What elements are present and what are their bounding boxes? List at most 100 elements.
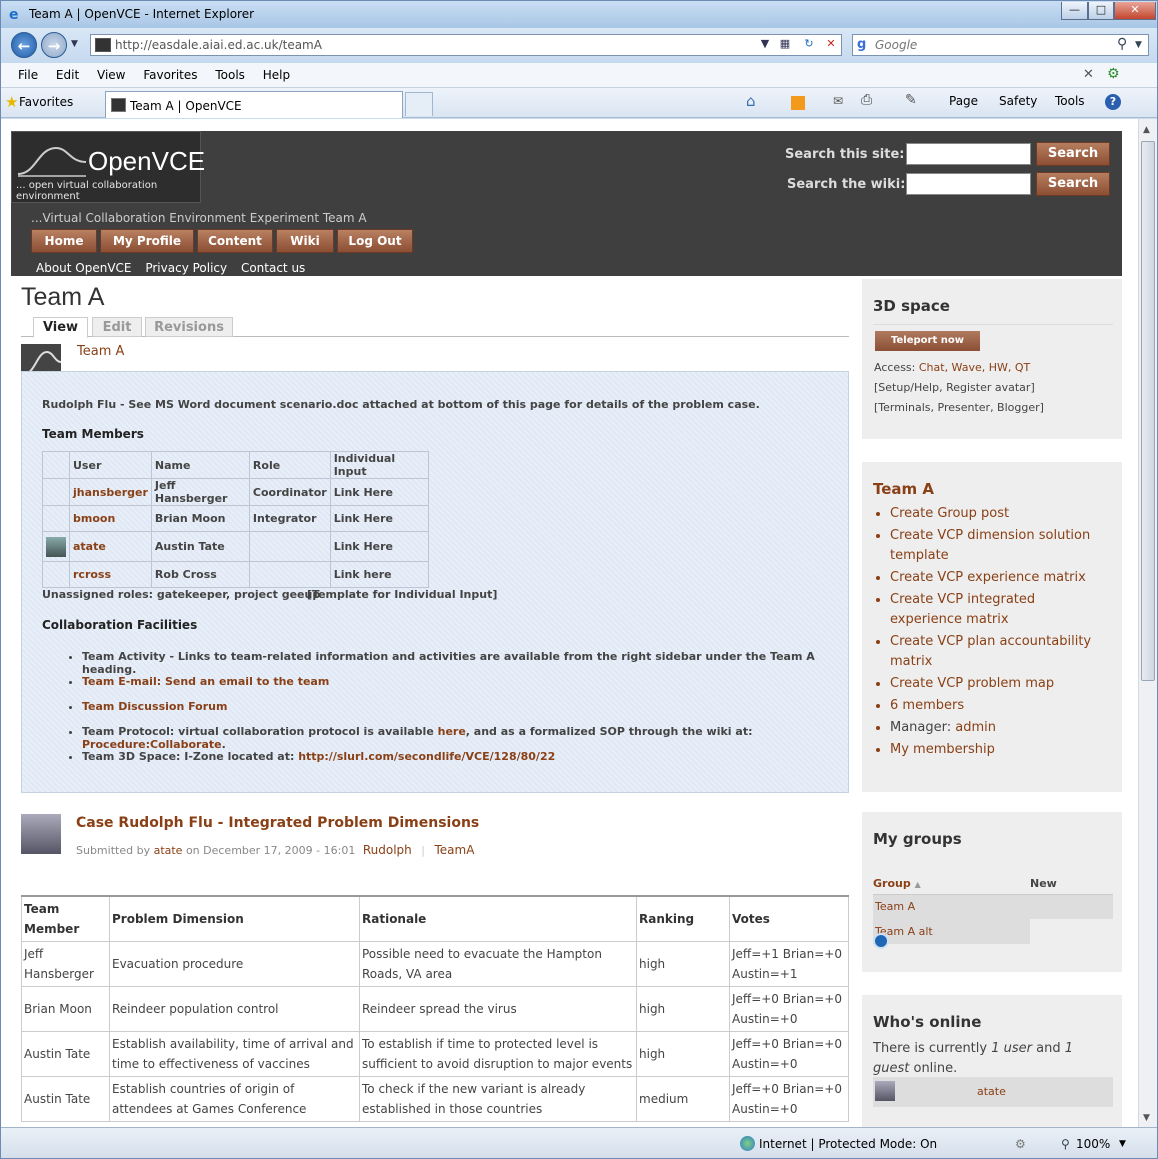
address-dropdown-icon[interactable]: ▼	[755, 37, 775, 53]
group-link[interactable]: Team A alt	[873, 919, 1030, 944]
tag-rudolph[interactable]: Rudolph	[363, 843, 412, 857]
addon-icon[interactable]: ⚙	[1107, 66, 1120, 82]
list-item[interactable]: 6 members	[890, 696, 1110, 716]
search-site-input[interactable]	[906, 143, 1031, 165]
refresh-icon[interactable]: ↻	[799, 37, 819, 53]
input-link[interactable]: Link here	[329, 561, 429, 588]
list-item[interactable]: Create VCP experience matrix	[890, 568, 1110, 588]
close-button[interactable]: ✕	[1114, 2, 1156, 20]
user-link[interactable]: bmoon	[73, 512, 115, 525]
stop-icon[interactable]: ✕	[821, 37, 841, 53]
site-logo[interactable]: OpenVCE ... open virtual collaboration e…	[11, 131, 205, 203]
tools-menu[interactable]: Tools	[1055, 94, 1085, 108]
read-mail-icon[interactable]: ✉	[833, 94, 843, 108]
author-avatar[interactable]	[21, 814, 61, 854]
search-site-button[interactable]: Search	[1036, 142, 1110, 166]
print-icon[interactable]: ⎙	[861, 92, 872, 108]
help-icon[interactable]: ?	[1105, 94, 1121, 110]
menu-tools[interactable]: Tools	[215, 68, 245, 82]
history-dropdown-icon[interactable]: ▼	[71, 39, 78, 49]
nav-privacy[interactable]: Privacy Policy	[145, 261, 227, 275]
team-email-link[interactable]: Team E-mail: Send an email to the team	[82, 675, 329, 688]
menu-edit[interactable]: Edit	[56, 68, 79, 82]
menu-file[interactable]: File	[18, 68, 38, 82]
protected-mode-icon[interactable]: ⚙	[1015, 1137, 1026, 1151]
nav-log-out[interactable]: Log Out	[337, 229, 413, 253]
tab-revisions[interactable]: Revisions	[145, 317, 233, 337]
nav-home[interactable]: Home	[31, 229, 97, 253]
minimize-button[interactable]: —	[1061, 2, 1088, 20]
close-menu-icon[interactable]: ✕	[1083, 67, 1094, 82]
search-wiki-input[interactable]	[906, 173, 1031, 195]
web-search-input[interactable]	[875, 37, 1115, 53]
nav-contact[interactable]: Contact us	[241, 261, 305, 275]
security-zone[interactable]: Internet | Protected Mode: On	[759, 1137, 937, 1151]
address-bar[interactable]: http://easdale.aiai.ed.ac.uk/teamA ▼ ▦ ↻…	[90, 34, 842, 56]
setup-links[interactable]: [Setup/Help, Register avatar]	[874, 381, 1035, 394]
group-action-icon[interactable]	[873, 933, 889, 949]
nav-wiki[interactable]: Wiki	[276, 229, 334, 253]
protocol-here-link[interactable]: here	[438, 725, 466, 738]
favorites-star-icon[interactable]: ★	[5, 93, 18, 111]
feeds-icon[interactable]	[791, 96, 805, 110]
slurl-link[interactable]: http://slurl.com/secondlife/VCE/128/80/2…	[298, 750, 555, 763]
user-link[interactable]: rcross	[73, 568, 111, 581]
browser-tab-active[interactable]: Team A | OpenVCE	[105, 91, 403, 118]
search-wiki-button[interactable]: Search	[1036, 172, 1110, 196]
forum-link[interactable]: Team Discussion Forum	[82, 700, 227, 713]
back-button[interactable]: ←	[11, 32, 37, 58]
list-item[interactable]: Create VCP problem map	[890, 674, 1110, 694]
post-title[interactable]: Case Rudolph Flu - Integrated Problem Di…	[76, 815, 479, 831]
zoom-dropdown-icon[interactable]: ▼	[1119, 1139, 1126, 1149]
menu-favorites[interactable]: Favorites	[143, 68, 197, 82]
list-item[interactable]: Create Group post	[890, 504, 1110, 524]
user-link[interactable]: atate	[73, 540, 106, 553]
nav-my-profile[interactable]: My Profile	[100, 229, 194, 253]
author-link[interactable]: atate	[154, 844, 183, 857]
search-icon[interactable]: ⚲	[1117, 36, 1127, 52]
home-icon[interactable]: ⌂	[746, 92, 756, 110]
input-link[interactable]: Link Here	[329, 531, 429, 562]
block-team-a: Team A Create Group post Create VCP dime…	[862, 462, 1122, 792]
new-tab-button[interactable]	[405, 92, 433, 116]
zoom-level[interactable]: 100%	[1076, 1137, 1110, 1151]
forward-button[interactable]: →	[41, 32, 67, 58]
user-link[interactable]: jhansberger	[73, 486, 148, 499]
list-item[interactable]: My membership	[890, 740, 1110, 760]
list-item[interactable]: Create VCP plan accountability matrix	[890, 632, 1110, 672]
menu-view[interactable]: View	[97, 68, 125, 82]
access-links[interactable]: Chat, Wave, HW, QT	[919, 361, 1030, 374]
tab-edit[interactable]: Edit	[92, 317, 142, 337]
nav-content[interactable]: Content	[197, 229, 273, 253]
teleport-button[interactable]: Teleport now	[875, 331, 980, 351]
access-line: Access: Chat, Wave, HW, QT	[874, 361, 1031, 374]
input-link[interactable]: Link Here	[329, 505, 429, 532]
compatibility-icon[interactable]: ▦	[775, 37, 795, 53]
group-name-link[interactable]: Team A	[77, 344, 124, 359]
scroll-thumb[interactable]	[1141, 141, 1155, 681]
manager-link[interactable]: admin	[955, 720, 996, 735]
group-link[interactable]: Team A	[873, 894, 1030, 919]
input-link[interactable]: Link Here	[329, 478, 429, 506]
scroll-up-icon[interactable]: ▲	[1143, 125, 1150, 135]
menu-help[interactable]: Help	[263, 68, 290, 82]
tab-view[interactable]: View	[33, 317, 88, 338]
page-menu[interactable]: Page	[949, 94, 978, 108]
tag-teama[interactable]: TeamA	[434, 843, 474, 857]
col-group[interactable]: Group ▲	[873, 874, 1030, 894]
online-user-link[interactable]: atate	[977, 1085, 1006, 1098]
vertical-scrollbar[interactable]: ▲ ▼	[1138, 119, 1157, 1127]
list-item[interactable]: Create VCP dimension solution template	[890, 526, 1110, 566]
favorites-button[interactable]: Favorites	[19, 95, 73, 109]
maximize-button[interactable]: □	[1088, 2, 1114, 20]
safety-menu[interactable]: Safety	[999, 94, 1037, 108]
scroll-down-icon[interactable]: ▼	[1143, 1113, 1150, 1123]
nav-about[interactable]: About OpenVCE	[36, 261, 132, 275]
template-link[interactable]: [Template for Individual Input]	[307, 588, 497, 601]
search-options-icon[interactable]: ▼	[1135, 40, 1142, 50]
zoom-icon[interactable]: ⚲	[1061, 1137, 1070, 1151]
pen-icon[interactable]: ✎	[905, 92, 917, 108]
terminals-links[interactable]: [Terminals, Presenter, Blogger]	[874, 401, 1044, 414]
web-search-box[interactable]: g ⚲ ▼	[852, 34, 1149, 56]
list-item[interactable]: Create VCP integrated experience matrix	[890, 590, 1110, 630]
